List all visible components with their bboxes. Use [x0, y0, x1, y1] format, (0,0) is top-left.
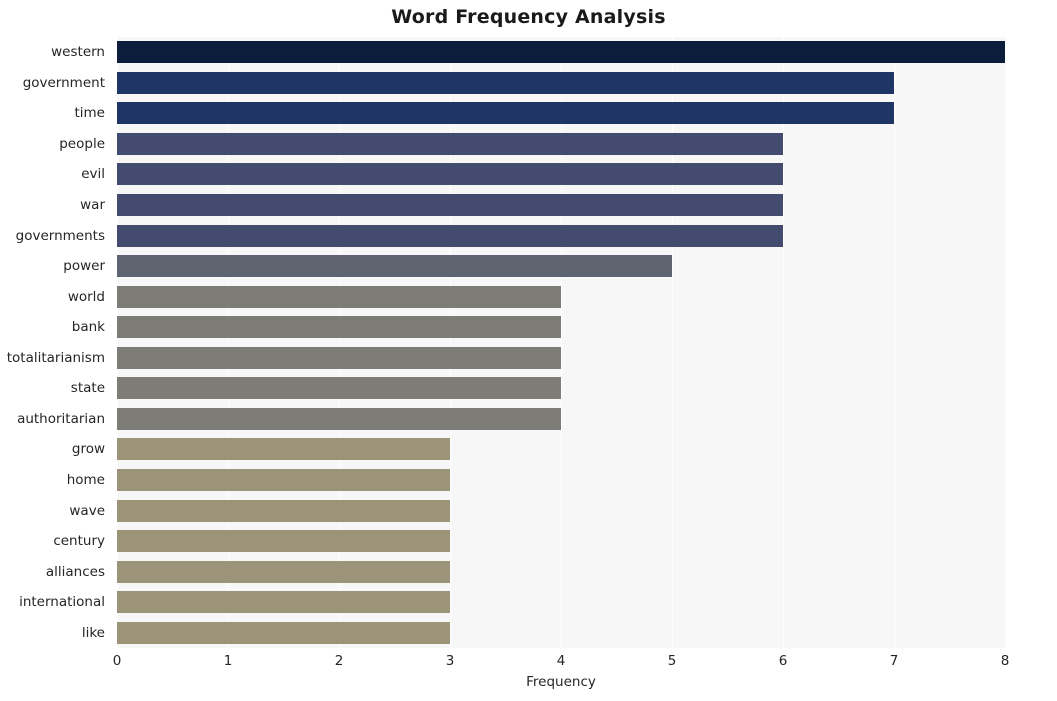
y-tick-label: time: [74, 105, 105, 122]
x-tick-label: 5: [667, 653, 677, 669]
y-tick-label: like: [81, 624, 105, 641]
y-tick-label: wave: [69, 502, 105, 519]
bar: [117, 499, 450, 522]
y-tick-label: bank: [71, 319, 105, 336]
bar: [117, 591, 450, 614]
y-tick-label: grow: [71, 441, 105, 458]
bar: [117, 102, 894, 125]
y-tick-label: people: [59, 135, 105, 152]
y-tick-label: century: [53, 533, 105, 550]
x-tick-label: 1: [223, 653, 233, 669]
gridline: [1005, 37, 1006, 648]
y-tick-label: international: [19, 594, 105, 611]
y-tick-label: evil: [81, 166, 105, 183]
bar: [117, 224, 783, 247]
y-tick-label: home: [66, 471, 105, 488]
bar: [117, 377, 561, 400]
chart-title: Word Frequency Analysis: [391, 6, 666, 28]
x-axis-tick-labels: 0 1 2 3 4 5 6 7 8: [113, 648, 1010, 674]
y-tick-label: alliances: [45, 563, 105, 580]
x-tick-label: 6: [778, 653, 788, 669]
y-axis-tick-labels: western government time people evil war govern…: [0, 37, 112, 648]
bar: [117, 194, 783, 217]
y-tick-label: western: [51, 44, 105, 61]
bar: [117, 163, 783, 186]
bar: [117, 41, 1005, 64]
plot-area: [117, 37, 1006, 648]
x-tick-label: 2: [334, 653, 344, 669]
bar: [117, 132, 783, 155]
bar: [117, 560, 450, 583]
x-tick-label: 4: [556, 653, 566, 669]
y-tick-label: totalitarianism: [6, 349, 105, 366]
y-tick-label: authoritarian: [17, 410, 105, 427]
bar: [117, 407, 561, 430]
bar: [117, 316, 561, 339]
x-tick-label: 7: [889, 653, 899, 669]
x-tick-label: 0: [112, 653, 122, 669]
y-tick-label: world: [67, 288, 105, 305]
bar: [117, 621, 450, 644]
y-tick-label: power: [63, 258, 105, 275]
y-tick-label: war: [80, 197, 105, 214]
y-tick-label: governments: [15, 227, 105, 244]
bar: [117, 71, 894, 94]
bar-series: [117, 37, 1005, 648]
x-axis-label: Frequency: [526, 674, 596, 690]
chart-figure: Word Frequency Analysis western governmen…: [0, 0, 1057, 701]
y-tick-label: state: [70, 380, 105, 397]
x-tick-label: 8: [1000, 653, 1010, 669]
x-tick-label: 3: [445, 653, 455, 669]
bar: [117, 468, 450, 491]
bar: [117, 438, 450, 461]
bar: [117, 346, 561, 369]
bar: [117, 530, 450, 553]
bar: [117, 255, 672, 278]
bar: [117, 285, 561, 308]
y-tick-label: government: [22, 74, 105, 91]
